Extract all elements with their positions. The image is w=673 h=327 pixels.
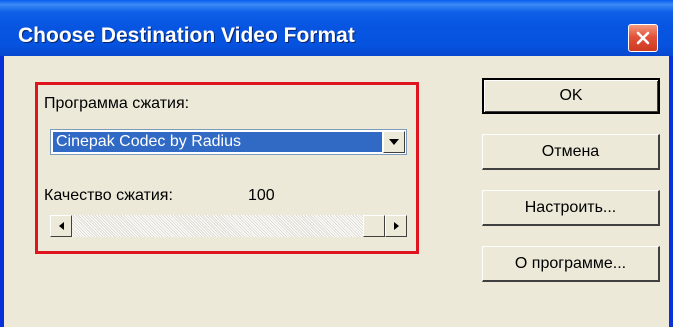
scroll-left-button[interactable] [50, 215, 72, 237]
chevron-down-icon [389, 139, 399, 145]
scroll-right-button[interactable] [385, 215, 407, 237]
configure-button[interactable]: Настроить... [482, 190, 660, 226]
dropdown-button[interactable] [383, 131, 405, 153]
slider-thumb[interactable] [363, 215, 385, 237]
arrow-right-icon [393, 222, 399, 230]
dialog-window: Choose Destination Video Format Программ… [0, 0, 673, 327]
quality-slider[interactable] [50, 215, 407, 237]
cancel-button[interactable]: Отмена [482, 134, 660, 170]
window-title: Choose Destination Video Format [18, 24, 355, 47]
compression-group: Программа сжатия: Cinepak Codec by Radiu… [35, 82, 419, 254]
about-button[interactable]: О программе... [482, 246, 660, 282]
close-button[interactable] [628, 24, 658, 52]
quality-value: 100 [248, 187, 275, 204]
codec-select[interactable]: Cinepak Codec by Radius [50, 129, 407, 155]
program-label: Программа сжатия: [44, 95, 190, 112]
codec-select-value: Cinepak Codec by Radius [53, 132, 382, 152]
arrow-left-icon [58, 222, 64, 230]
close-icon [636, 31, 650, 45]
title-bar[interactable]: Choose Destination Video Format [0, 0, 673, 56]
ok-button[interactable]: OK [482, 78, 660, 114]
quality-label: Качество сжатия: [44, 187, 173, 204]
